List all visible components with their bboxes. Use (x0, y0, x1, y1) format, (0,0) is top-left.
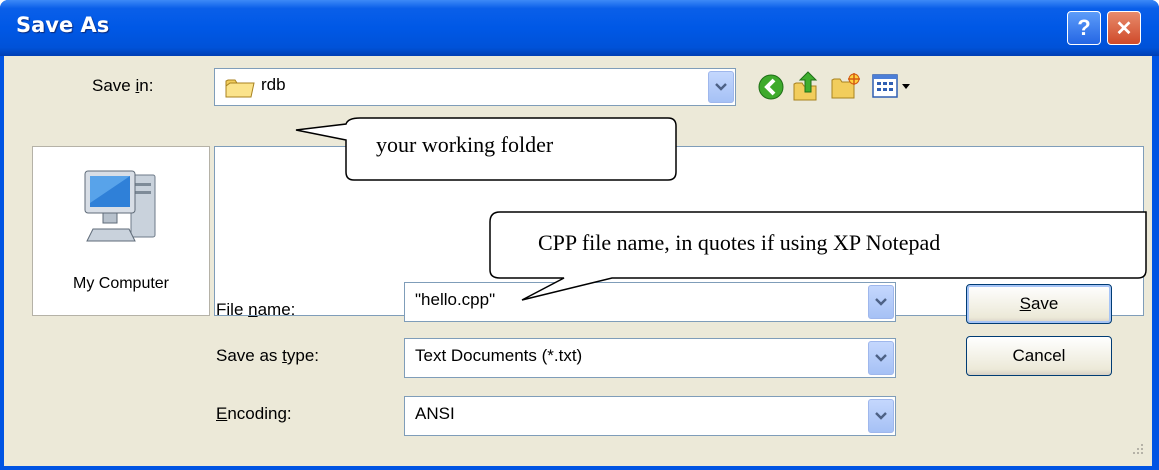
callout-file-name (489, 211, 1147, 301)
callout-file-name-text: CPP file name, in quotes if using XP Not… (538, 230, 941, 255)
callout-working-folder-text: your working folder (376, 132, 554, 157)
